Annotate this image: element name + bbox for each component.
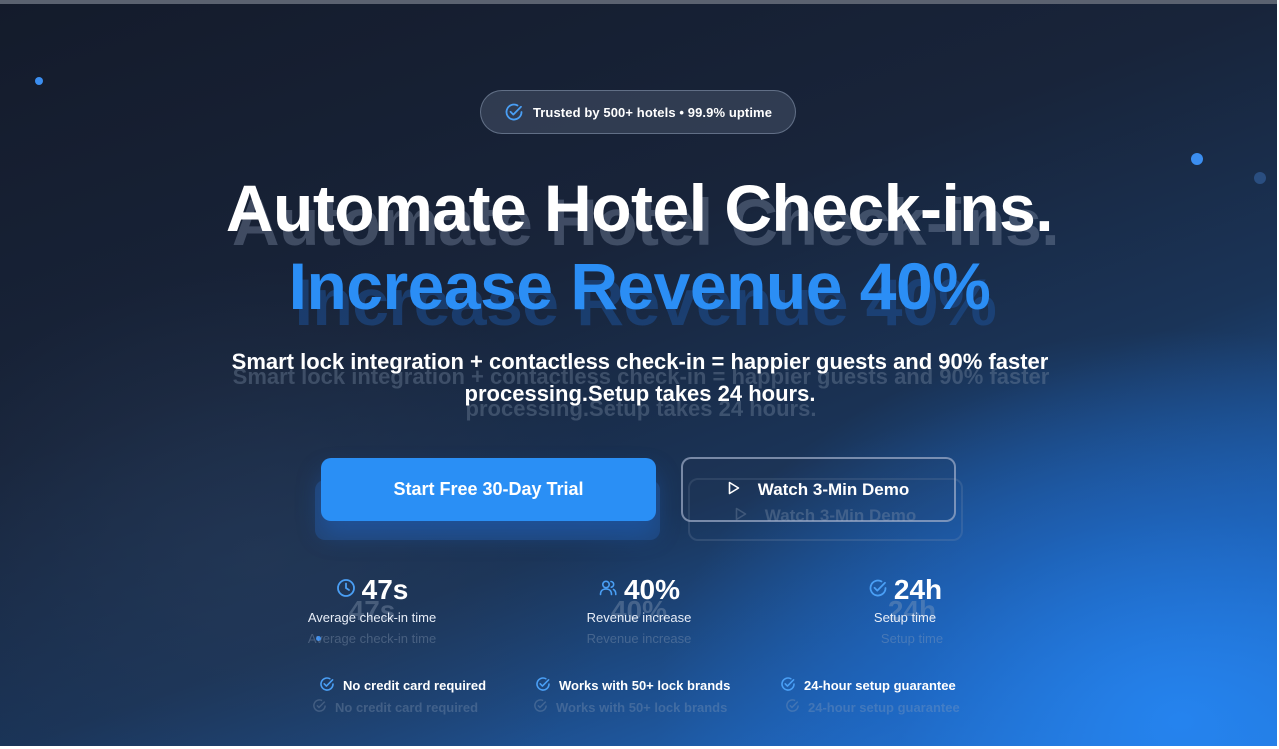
play-icon xyxy=(728,480,740,500)
stat-reflection-label: Revenue increase xyxy=(586,631,692,646)
check-circle-icon xyxy=(868,578,888,603)
feature-reflection: No credit card required xyxy=(312,698,478,716)
stat-label: Average check-in time xyxy=(307,610,437,625)
feature-reflection-label: 24-hour setup guarantee xyxy=(808,699,960,715)
trust-badge-text: Trusted by 500+ hotels • 99.9% uptime xyxy=(532,104,773,120)
stat-value: 24h xyxy=(893,574,943,605)
page-title-accent: Increase Revenue 40% xyxy=(288,249,991,323)
hero-section: Trusted by 500+ hotels • 99.9% uptime Au… xyxy=(0,0,1279,749)
decorative-dot xyxy=(1191,153,1203,165)
feature-label: No credit card required xyxy=(343,678,487,693)
top-border xyxy=(0,0,1279,4)
check-circle-icon xyxy=(785,698,800,716)
check-circle-icon xyxy=(312,698,327,716)
subtitle-line1: Smart lock integration + contactless che… xyxy=(231,349,1049,374)
feature-reflection: Works with 50+ lock brands xyxy=(533,698,727,716)
stat-reflection-label: Average check-in time xyxy=(307,631,437,646)
feature-no-credit-card: No credit card required xyxy=(319,676,486,695)
check-circle-icon xyxy=(504,102,524,122)
feature-reflection: 24-hour setup guarantee xyxy=(785,698,960,716)
clock-icon xyxy=(336,578,356,603)
check-circle-icon xyxy=(319,676,335,695)
stat-checkin-time: 47s Average check-in time xyxy=(262,574,482,625)
stat-value: 47s xyxy=(361,574,409,605)
feature-reflection-label: No credit card required xyxy=(335,699,479,715)
stat-label: Setup time xyxy=(873,610,937,625)
check-circle-icon xyxy=(535,676,551,695)
feature-setup-guarantee: 24-hour setup guarantee xyxy=(780,676,956,695)
stat-reflection-label: Setup time xyxy=(880,631,944,646)
check-circle-icon xyxy=(533,698,548,716)
start-trial-button[interactable]: Start Free 30-Day Trial xyxy=(321,458,656,521)
check-circle-icon xyxy=(780,676,796,695)
decorative-dot xyxy=(35,77,43,85)
page-title: Automate Hotel Check-ins. xyxy=(225,171,1054,245)
subtitle: Smart lock integration + contactless che… xyxy=(190,346,1090,410)
subtitle-line2: processing.Setup takes 24 hours. xyxy=(464,381,816,406)
watch-demo-label: Watch 3-Min Demo xyxy=(757,479,910,499)
feature-label: 24-hour setup guarantee xyxy=(804,678,956,693)
stat-setup-time: 24h Setup time xyxy=(795,574,1015,625)
trust-badge: Trusted by 500+ hotels • 99.9% uptime xyxy=(480,90,796,134)
feature-label: Works with 50+ lock brands xyxy=(559,678,731,693)
feature-lock-brands: Works with 50+ lock brands xyxy=(535,676,730,695)
watch-demo-button[interactable]: Watch 3-Min Demo xyxy=(681,457,956,522)
stat-revenue: 40% Revenue increase xyxy=(529,574,749,625)
users-icon xyxy=(598,578,618,603)
stat-label: Revenue increase xyxy=(586,610,692,625)
stat-value: 40% xyxy=(623,574,681,605)
feature-reflection-label: Works with 50+ lock brands xyxy=(556,699,728,715)
